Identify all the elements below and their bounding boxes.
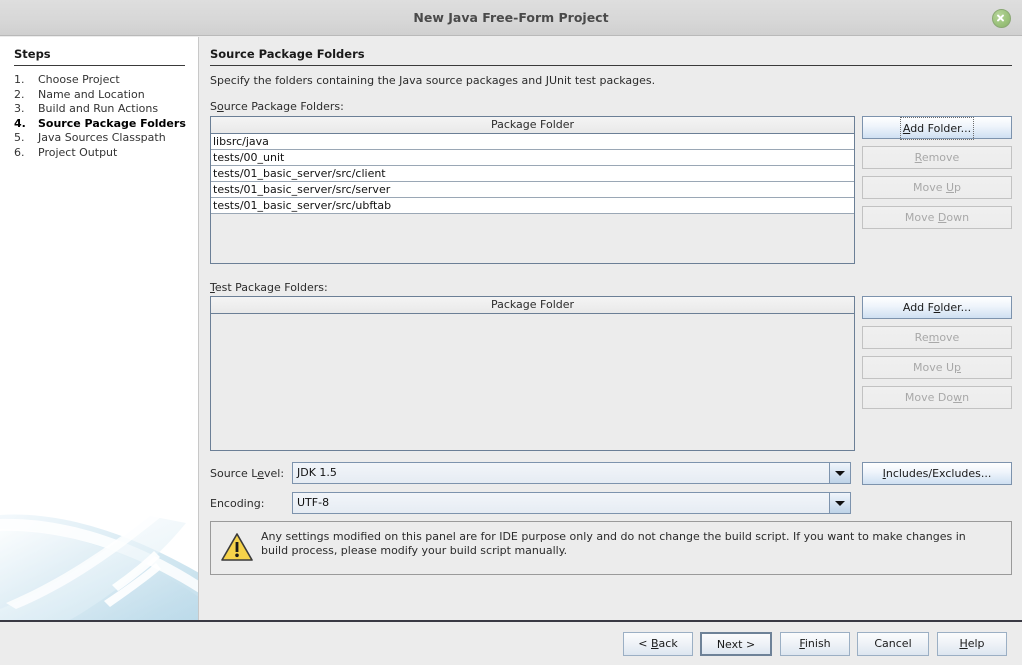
button-label: Move Down [905,391,969,404]
encoding-value: UTF-8 [297,493,329,513]
decorative-swoosh-graphic [0,485,199,620]
source-table-column-header: Package Folder [211,117,854,134]
test-table-column-header: Package Folder [211,297,854,314]
window-title: New Java Free-Form Project [0,0,1022,36]
next-button[interactable]: Next > [700,632,772,656]
add-folder-button[interactable]: Add Folder... [862,296,1012,319]
steps-heading: Steps [14,47,51,61]
step-number: 1. [14,73,38,88]
button-label: Add Folder... [900,117,974,140]
step-number: 4. [14,117,38,132]
step-label: Project Output [38,146,117,159]
button-label: Move Up [913,361,961,374]
finish-button[interactable]: Finish [780,632,850,656]
button-label: Add Folder... [903,301,971,314]
help-button[interactable]: Help [937,632,1007,656]
page-title-rule [210,65,1012,66]
sidebar-step-5: 5.Java Sources Classpath [14,131,194,146]
source-package-folders-table[interactable]: Package Folder libsrc/javatests/00_unitt… [210,116,855,264]
source-table-body[interactable]: libsrc/javatests/00_unittests/01_basic_s… [211,134,854,214]
sidebar-step-4: 4.Source Package Folders [14,117,194,132]
button-label: Remove [915,151,960,164]
step-number: 5. [14,131,38,146]
steps-sidebar: Steps 1.Choose Project2.Name and Locatio… [0,37,199,620]
sidebar-step-1: 1.Choose Project [14,73,194,88]
move-down-button: Move Down [862,386,1012,409]
source-level-combobox[interactable]: JDK 1.5 [292,462,851,484]
test-package-folders-label: Test Package Folders: [210,281,328,294]
steps-heading-rule [14,65,185,66]
button-label: Move Down [905,211,969,224]
chevron-down-icon[interactable] [829,493,850,513]
close-icon[interactable] [992,9,1011,28]
step-label: Java Sources Classpath [38,131,166,144]
step-label: Name and Location [38,88,145,101]
warning-triangle-icon [221,532,253,562]
page-description: Specify the folders containing the Java … [210,74,655,87]
step-label: Build and Run Actions [38,102,158,115]
remove-button: Remove [862,146,1012,169]
cancel-button[interactable]: Cancel [857,632,929,656]
remove-button: Remove [862,326,1012,349]
table-row[interactable]: tests/01_basic_server/src/client [211,166,854,182]
warning-text: Any settings modified on this panel are … [261,530,996,558]
button-label: Move Up [913,181,961,194]
table-row[interactable]: tests/01_basic_server/src/server [211,182,854,198]
step-number: 3. [14,102,38,117]
encoding-combobox[interactable]: UTF-8 [292,492,851,514]
sidebar-step-6: 6.Project Output [14,146,194,161]
chevron-down-icon[interactable] [829,463,850,483]
move-down-button: Move Down [862,206,1012,229]
step-number: 2. [14,88,38,103]
window-titlebar: New Java Free-Form Project [0,0,1022,36]
table-row[interactable]: libsrc/java [211,134,854,150]
main-panel: Source Package Folders Specify the folde… [200,37,1022,620]
move-up-button: Move Up [862,176,1012,199]
steps-list: 1.Choose Project2.Name and Location3.Bui… [14,73,194,161]
table-row[interactable]: tests/01_basic_server/src/ubftab [211,198,854,214]
warning-panel: Any settings modified on this panel are … [210,521,1012,575]
source-level-label: Source Level: [210,467,284,480]
sidebar-step-2: 2.Name and Location [14,88,194,103]
button-label: Remove [915,331,960,344]
includes-excludes-button[interactable]: Includes/Excludes... [862,462,1012,485]
table-row[interactable]: tests/00_unit [211,150,854,166]
source-package-folders-label: Source Package Folders: [210,100,344,113]
step-number: 6. [14,146,38,161]
page-title: Source Package Folders [210,47,365,61]
sidebar-step-3: 3.Build and Run Actions [14,102,194,117]
move-up-button: Move Up [862,356,1012,379]
test-package-folders-table[interactable]: Package Folder [210,296,855,451]
encoding-label: Encoding: [210,497,264,510]
source-level-value: JDK 1.5 [297,463,337,483]
footer-button-bar: < Back Next > Finish Cancel Help [0,622,1022,665]
add-folder-button[interactable]: Add Folder... [862,116,1012,139]
back-button[interactable]: < Back [623,632,693,656]
step-label: Source Package Folders [38,117,186,130]
step-label: Choose Project [38,73,120,86]
